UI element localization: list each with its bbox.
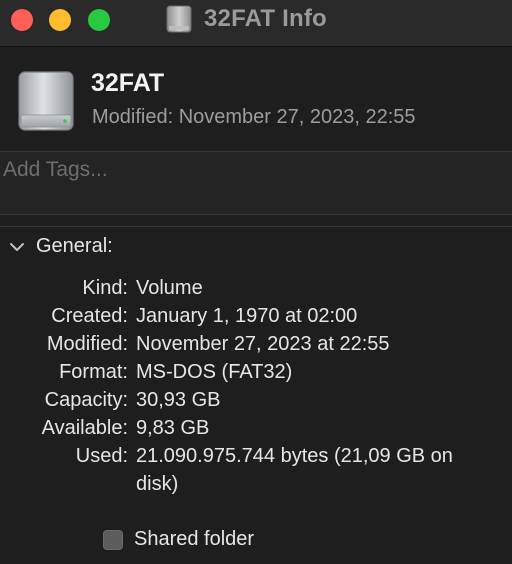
chevron-down-icon[interactable] — [9, 239, 25, 255]
info-label: Created: — [51, 305, 128, 327]
volume-name: 32FAT — [91, 69, 165, 97]
info-label: Format: — [59, 361, 128, 383]
info-label: Used: — [75, 445, 128, 467]
info-value: 21.090.975.744 bytes (21,09 GB on disk) — [136, 445, 453, 495]
info-value: Volume — [136, 277, 203, 299]
general-section-toggle[interactable]: General: — [9, 235, 113, 258]
shared-folder-option[interactable]: Shared folder — [103, 528, 254, 551]
shared-folder-label: Shared folder — [134, 528, 255, 550]
info-value: MS-DOS (FAT32) — [136, 361, 293, 383]
external-drive-icon — [166, 5, 192, 33]
info-value: November 27, 2023 at 22:55 — [136, 333, 390, 355]
info-label: Available: — [41, 417, 128, 439]
info-label: Kind: — [82, 277, 128, 299]
window-title-text: 32FAT Info — [204, 5, 327, 32]
close-button[interactable] — [11, 9, 33, 31]
info-label: Modified: — [46, 333, 128, 355]
section-divider — [0, 226, 512, 227]
tags-field[interactable] — [0, 151, 512, 215]
info-value: 30,93 GB — [136, 389, 221, 411]
volume-modified-date: Modified: November 27, 2023, 22:55 — [92, 106, 416, 128]
general-section-label: General: — [36, 235, 113, 257]
info-header: 32FAT Modified: November 27, 2023, 22:55 — [0, 47, 512, 150]
external-drive-icon — [18, 71, 74, 131]
shared-folder-checkbox[interactable] — [103, 529, 123, 550]
info-value: January 1, 1970 at 02:00 — [136, 305, 358, 327]
window-title: 32FAT Info — [166, 4, 327, 34]
info-label: Capacity: — [44, 389, 128, 411]
info-value: 9,83 GB — [136, 417, 210, 439]
zoom-button[interactable] — [88, 9, 110, 31]
tags-input[interactable] — [3, 156, 503, 184]
minimize-button[interactable] — [49, 9, 71, 31]
title-bar[interactable]: 32FAT Info — [0, 0, 512, 47]
info-window: 32FAT Info 32FAT Modified: November 27, … — [0, 0, 512, 564]
